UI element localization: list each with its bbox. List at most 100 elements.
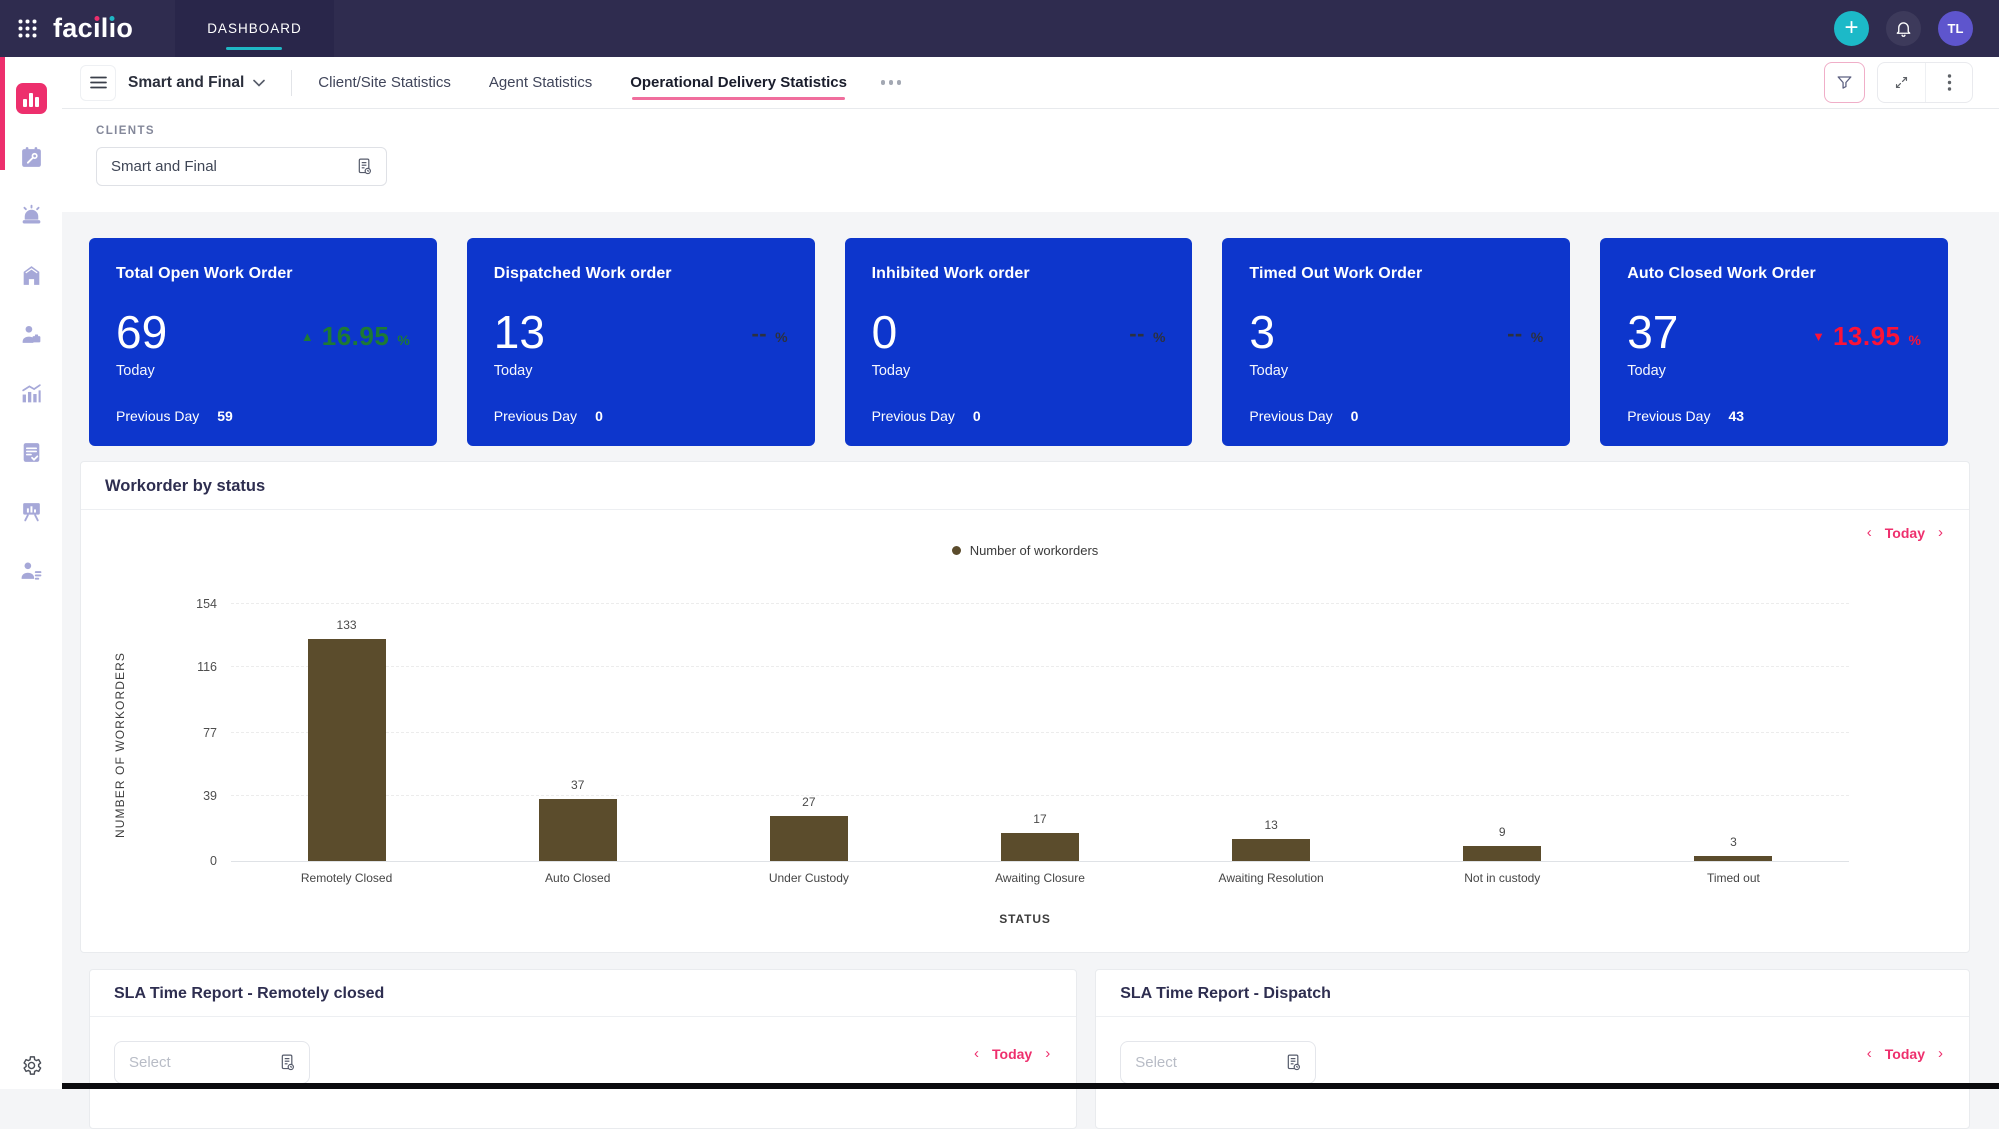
kpi-period-label: Today — [1627, 363, 1678, 379]
person-list-icon — [19, 558, 44, 583]
filter-button[interactable] — [1824, 62, 1865, 103]
statistics-tab[interactable]: Agent Statistics — [489, 59, 592, 106]
kpi-card[interactable]: Dispatched Work order 13 Today -- % Prev… — [467, 238, 815, 446]
kpi-delta-value: 13.95 — [1833, 321, 1901, 352]
dashboard-toolbar: Smart and Final Client/Site Statistics A… — [62, 57, 1999, 109]
sidebar-item-kiosk[interactable] — [0, 482, 62, 541]
dashboard-menu-button[interactable] — [80, 65, 116, 101]
create-new-button[interactable]: + — [1834, 11, 1869, 46]
chevron-right-icon[interactable]: › — [1938, 524, 1943, 541]
bar-auto-closed[interactable] — [539, 799, 617, 861]
sla-select[interactable] — [1120, 1041, 1316, 1084]
notifications-button[interactable] — [1886, 11, 1921, 46]
clients-select[interactable]: Smart and Final — [96, 147, 387, 186]
sidebar-item-facilities[interactable] — [0, 246, 62, 305]
building-icon — [19, 263, 44, 288]
kpi-value: 3 — [1249, 309, 1288, 355]
kpi-previous-label: Previous Day — [1249, 408, 1332, 424]
kpi-period-label: Today — [494, 363, 545, 379]
statistics-tab[interactable]: Client/Site Statistics — [318, 59, 451, 106]
chart-title: Workorder by status — [105, 477, 265, 495]
more-options-button[interactable] — [1925, 63, 1972, 102]
sidebar-item-dashboard[interactable] — [0, 69, 62, 128]
kpi-delta-unit: % — [397, 332, 409, 348]
alarm-icon — [19, 204, 44, 229]
sla-period-label[interactable]: Today — [992, 1046, 1032, 1062]
bar-cell: 3 — [1618, 605, 1849, 861]
chevron-right-icon[interactable]: › — [1938, 1045, 1943, 1062]
chart-body: ‹ Today › Number of workorders NUMBER OF… — [81, 510, 1969, 952]
kpi-card[interactable]: Inhibited Work order 0 Today -- % Previo… — [845, 238, 1193, 446]
sidebar — [0, 57, 62, 1089]
settings-button[interactable] — [0, 1054, 62, 1077]
sla-select-input[interactable] — [129, 1054, 249, 1071]
plot: 039771161541333727171393 — [231, 605, 1849, 862]
active-module-indicator — [0, 57, 5, 170]
kpi-previous-label: Previous Day — [116, 408, 199, 424]
sla-card-title: SLA Time Report - Remotely closed — [114, 985, 384, 1002]
expand-icon — [1893, 74, 1910, 91]
sidebar-item-workforce[interactable] — [0, 541, 62, 600]
kpi-card[interactable]: Total Open Work Order 69 Today ▲ 16.95 %… — [89, 238, 437, 446]
kpi-delta: ▼ 13.95 % — [1812, 321, 1921, 352]
sidebar-item-analytics[interactable] — [0, 364, 62, 423]
chart-period-control: ‹ Today › — [1867, 524, 1943, 541]
chevron-right-icon[interactable]: › — [1045, 1045, 1050, 1062]
chevron-left-icon[interactable]: ‹ — [974, 1045, 979, 1062]
topnav-tab-dashboard[interactable]: DASHBOARD — [175, 0, 334, 57]
sla-select[interactable] — [114, 1041, 310, 1084]
bar-timed-out[interactable] — [1694, 856, 1772, 861]
facilio-logo[interactable]: facılıo — [53, 15, 133, 42]
kpi-previous-value: 0 — [1351, 408, 1359, 424]
expand-button[interactable] — [1878, 63, 1925, 102]
trend-arrow-icon: ▼ — [1812, 330, 1825, 343]
statistics-tab[interactable]: Operational Delivery Statistics — [630, 59, 847, 106]
bar-under-custody[interactable] — [770, 816, 848, 861]
kpi-previous-label: Previous Day — [872, 408, 955, 424]
chevron-left-icon[interactable]: ‹ — [1867, 1045, 1872, 1062]
sla-select-input[interactable] — [1135, 1054, 1255, 1071]
document-check-icon — [19, 440, 44, 465]
bar-value-label: 27 — [802, 795, 815, 809]
filter-section: CLIENTS Smart and Final — [62, 109, 1999, 212]
chevron-left-icon[interactable]: ‹ — [1867, 524, 1872, 541]
list-view-icon — [1284, 1053, 1303, 1072]
sidebar-item-vendors[interactable] — [0, 305, 62, 364]
kpi-card[interactable]: Auto Closed Work Order 37 Today ▼ 13.95 … — [1600, 238, 1948, 446]
bar-not-in-custody[interactable] — [1463, 846, 1541, 861]
kpi-previous-value: 59 — [217, 408, 233, 424]
kpi-title: Auto Closed Work Order — [1627, 265, 1921, 283]
bar-awaiting-closure[interactable] — [1001, 833, 1079, 861]
x-tick-label: Remotely Closed — [231, 871, 462, 885]
sidebar-item-alarms[interactable] — [0, 187, 62, 246]
kpi-title: Inhibited Work order — [872, 265, 1166, 283]
chart-period-label[interactable]: Today — [1885, 525, 1925, 541]
dashboard-selector[interactable]: Smart and Final — [128, 74, 265, 92]
avatar[interactable]: TL — [1938, 11, 1973, 46]
trend-bars-icon — [19, 381, 44, 406]
sidebar-item-reports[interactable] — [0, 423, 62, 482]
more-tabs-button[interactable] — [881, 80, 902, 85]
kpi-delta-value: -- — [1507, 321, 1523, 347]
clients-select-value: Smart and Final — [111, 158, 217, 175]
kpi-title: Dispatched Work order — [494, 265, 788, 283]
chart-legend[interactable]: Number of workorders — [81, 510, 1969, 560]
sla-period-label[interactable]: Today — [1885, 1046, 1925, 1062]
kpi-card[interactable]: Timed Out Work Order 3 Today -- % Previo… — [1222, 238, 1570, 446]
bar-value-label: 17 — [1033, 812, 1046, 826]
presentation-chart-icon — [19, 499, 44, 524]
bar-chart-icon — [16, 83, 47, 114]
legend-dot-icon — [952, 546, 961, 555]
sidebar-item-planned-maintenance[interactable] — [0, 128, 62, 187]
hamburger-icon — [90, 76, 107, 89]
bar-value-label: 133 — [337, 618, 357, 632]
x-tick-label: Auto Closed — [462, 871, 693, 885]
x-tick-label: Awaiting Resolution — [1156, 871, 1387, 885]
legend-label: Number of workorders — [970, 543, 1099, 558]
bar-awaiting-resolution[interactable] — [1232, 839, 1310, 861]
kpi-delta-unit: % — [1909, 332, 1921, 348]
bar-remotely-closed[interactable] — [308, 639, 386, 861]
app-grid-icon[interactable] — [18, 19, 37, 38]
kpi-delta: -- % — [1121, 321, 1165, 347]
sla-card: SLA Time Report - Remotely closed ‹ Toda… — [89, 969, 1077, 1129]
